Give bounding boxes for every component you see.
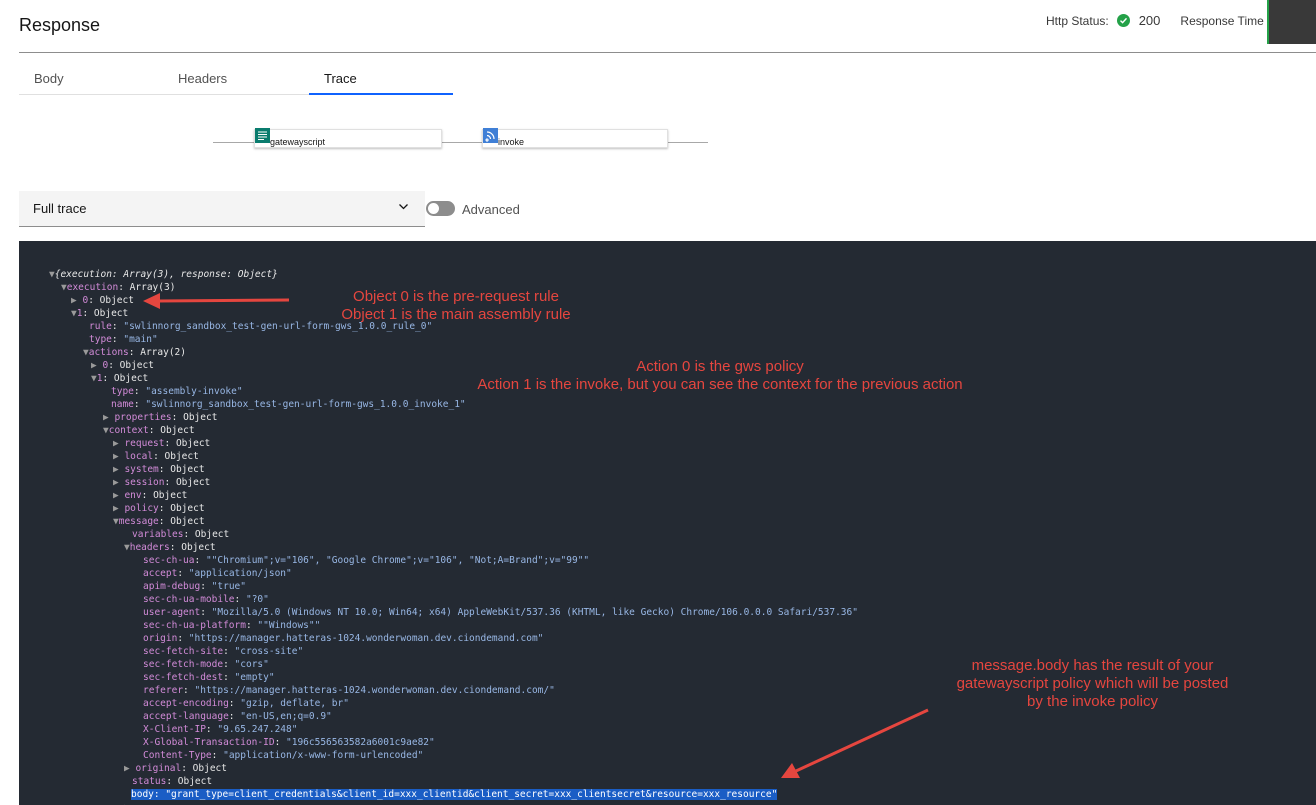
annotation-arrows [143, 293, 929, 778]
arrow-line-icon [795, 708, 929, 773]
arrow-head-icon [143, 293, 160, 309]
arrow-line-icon [157, 298, 290, 303]
